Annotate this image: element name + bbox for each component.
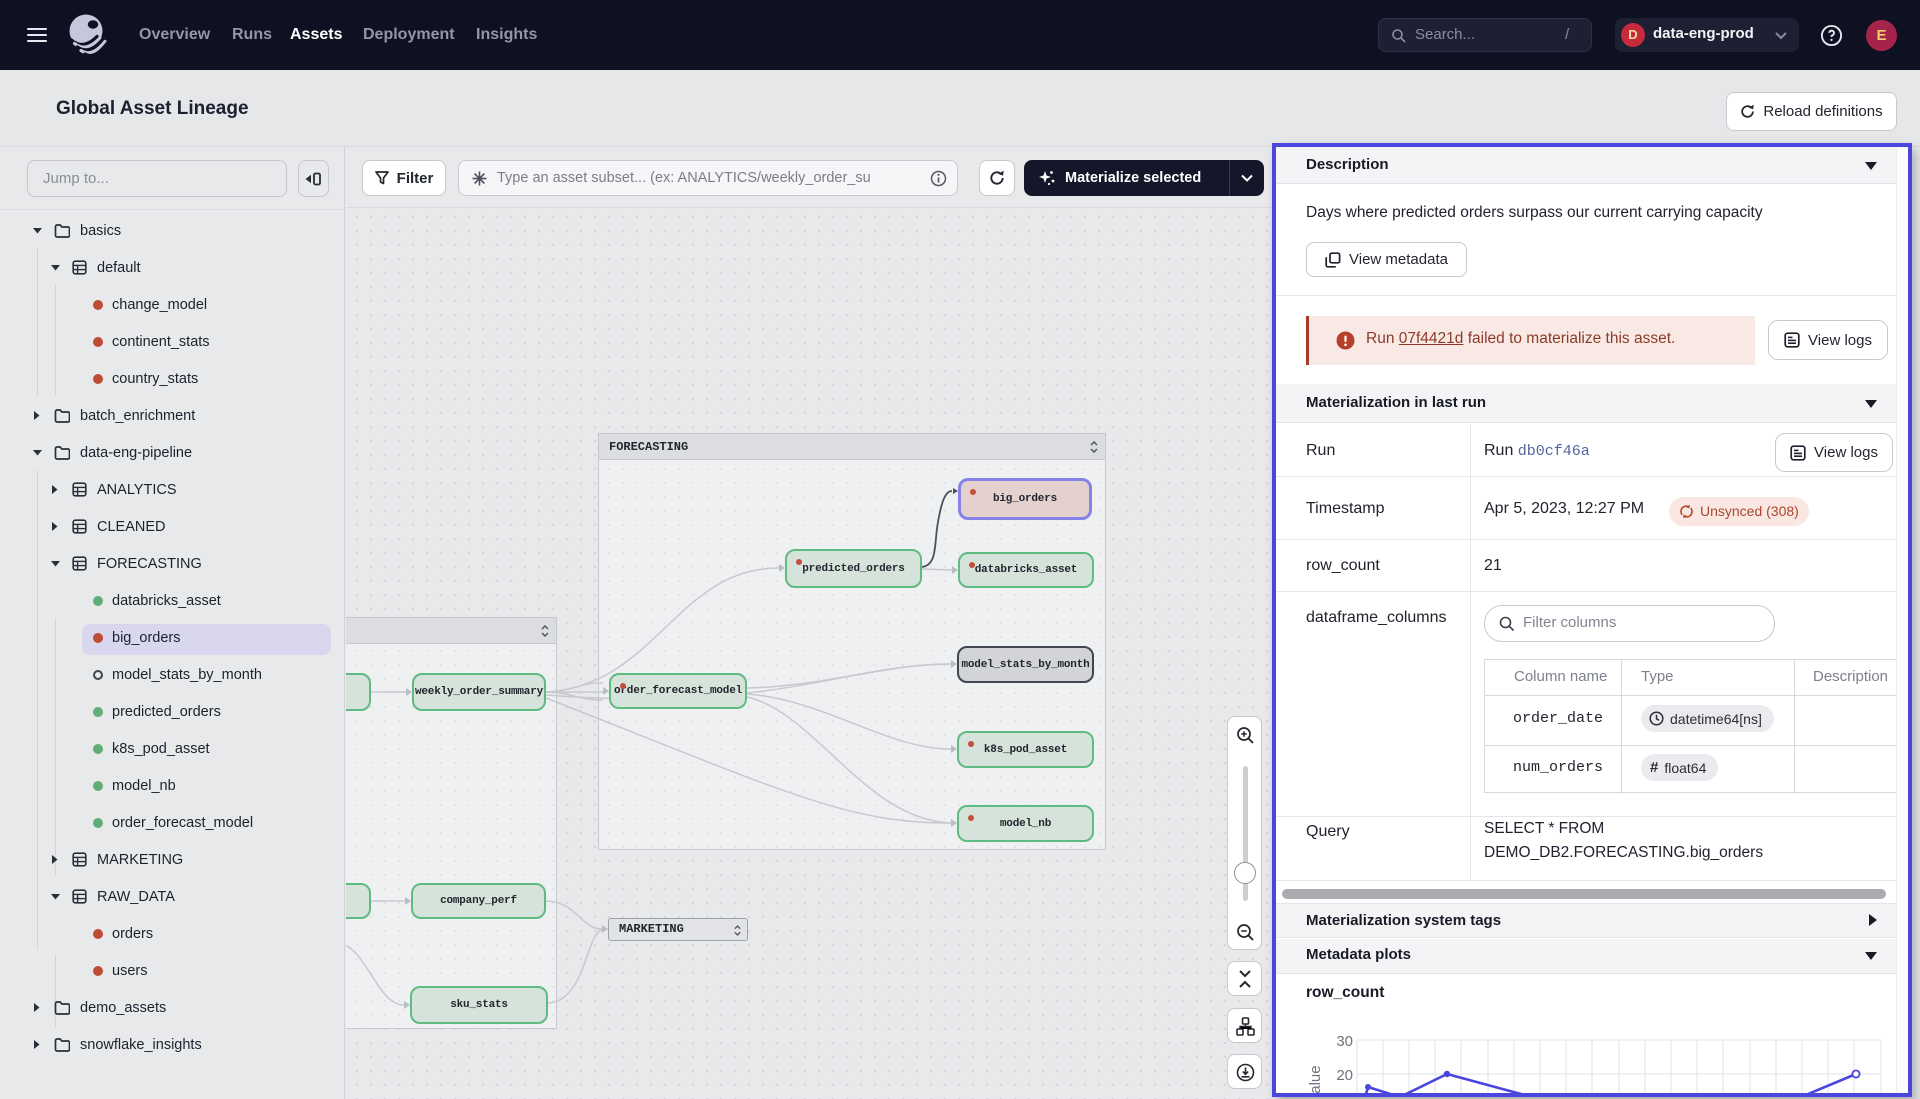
svg-text:30: 30 (1336, 1033, 1353, 1050)
svg-text:Value: Value (1307, 1065, 1324, 1093)
svg-text:20: 20 (1336, 1067, 1353, 1084)
